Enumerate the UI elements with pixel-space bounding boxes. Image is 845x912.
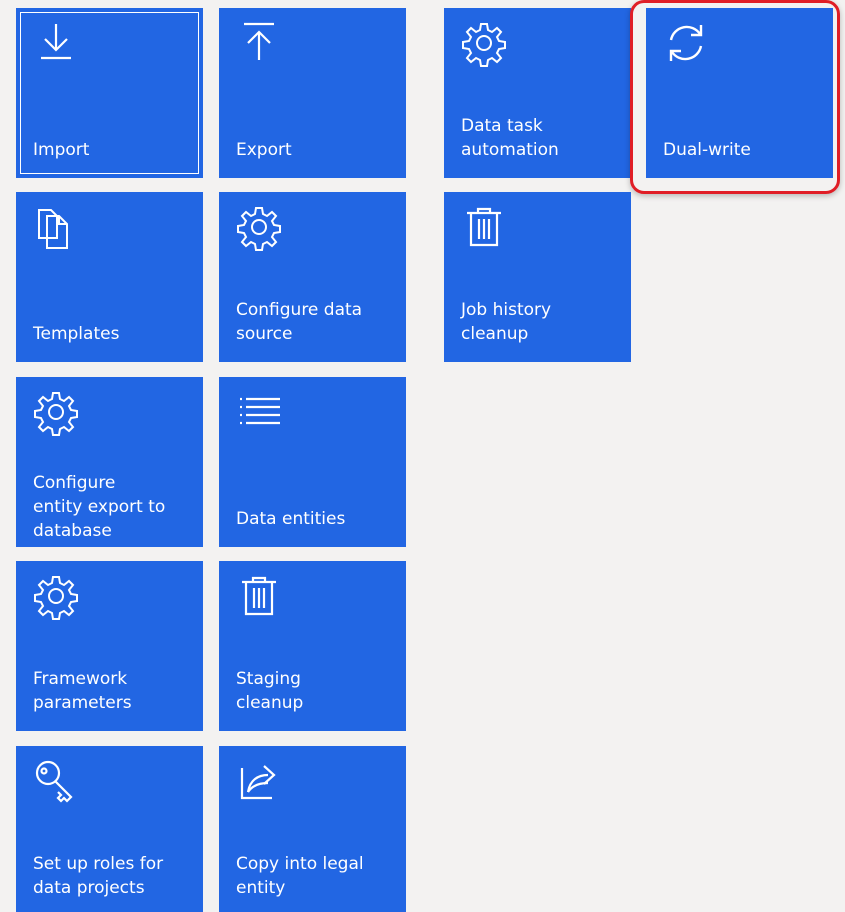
trash-icon [461, 204, 507, 250]
import-tile[interactable]: Import [16, 8, 203, 178]
configure-entity-export-label: Configure entity export to database [33, 473, 166, 541]
configure-data-source-tile[interactable]: Configure data source [219, 192, 406, 362]
gear-icon [461, 20, 507, 67]
framework-parameters-label: Framework parameters [33, 669, 132, 713]
gear-icon [33, 573, 79, 620]
job-history-cleanup-tile[interactable]: Job history cleanup [444, 192, 631, 362]
staging-cleanup-tile[interactable]: Staging cleanup [219, 561, 406, 731]
export-tile[interactable]: Export [219, 8, 406, 178]
sync-icon [663, 20, 709, 66]
configure-entity-export-tile[interactable]: Configure entity export to database [16, 377, 203, 547]
share-icon [236, 758, 282, 804]
upload-icon [236, 20, 282, 66]
configure-data-source-label: Configure data source [236, 300, 363, 344]
key-icon [33, 758, 79, 804]
copy-icon [33, 204, 79, 250]
framework-parameters-tile[interactable]: Framework parameters [16, 561, 203, 731]
copy-into-legal-entity-label: Copy into legal entity [236, 854, 364, 898]
trash-icon [236, 573, 282, 619]
templates-tile[interactable]: Templates [16, 192, 203, 362]
data-entities-label: Data entities [236, 509, 346, 529]
data-entities-tile[interactable]: Data entities [219, 377, 406, 547]
download-icon [33, 20, 79, 66]
list-icon [236, 389, 282, 435]
data-task-automation-label: Data task automation [461, 116, 559, 160]
import-label: Import [33, 140, 90, 160]
gear-icon [236, 204, 282, 251]
dual-write-tile[interactable]: Dual-write [646, 8, 833, 178]
dual-write-label: Dual-write [663, 140, 751, 160]
staging-cleanup-label: Staging cleanup [236, 669, 304, 713]
set-up-roles-tile[interactable]: Set up roles for data projects [16, 746, 203, 912]
data-task-automation-tile[interactable]: Data task automation [444, 8, 631, 178]
set-up-roles-label: Set up roles for data projects [33, 854, 164, 898]
gear-icon [33, 389, 79, 436]
export-label: Export [236, 140, 292, 160]
job-history-cleanup-label: Job history cleanup [461, 300, 552, 344]
copy-into-legal-entity-tile[interactable]: Copy into legal entity [219, 746, 406, 912]
templates-label: Templates [33, 324, 120, 344]
